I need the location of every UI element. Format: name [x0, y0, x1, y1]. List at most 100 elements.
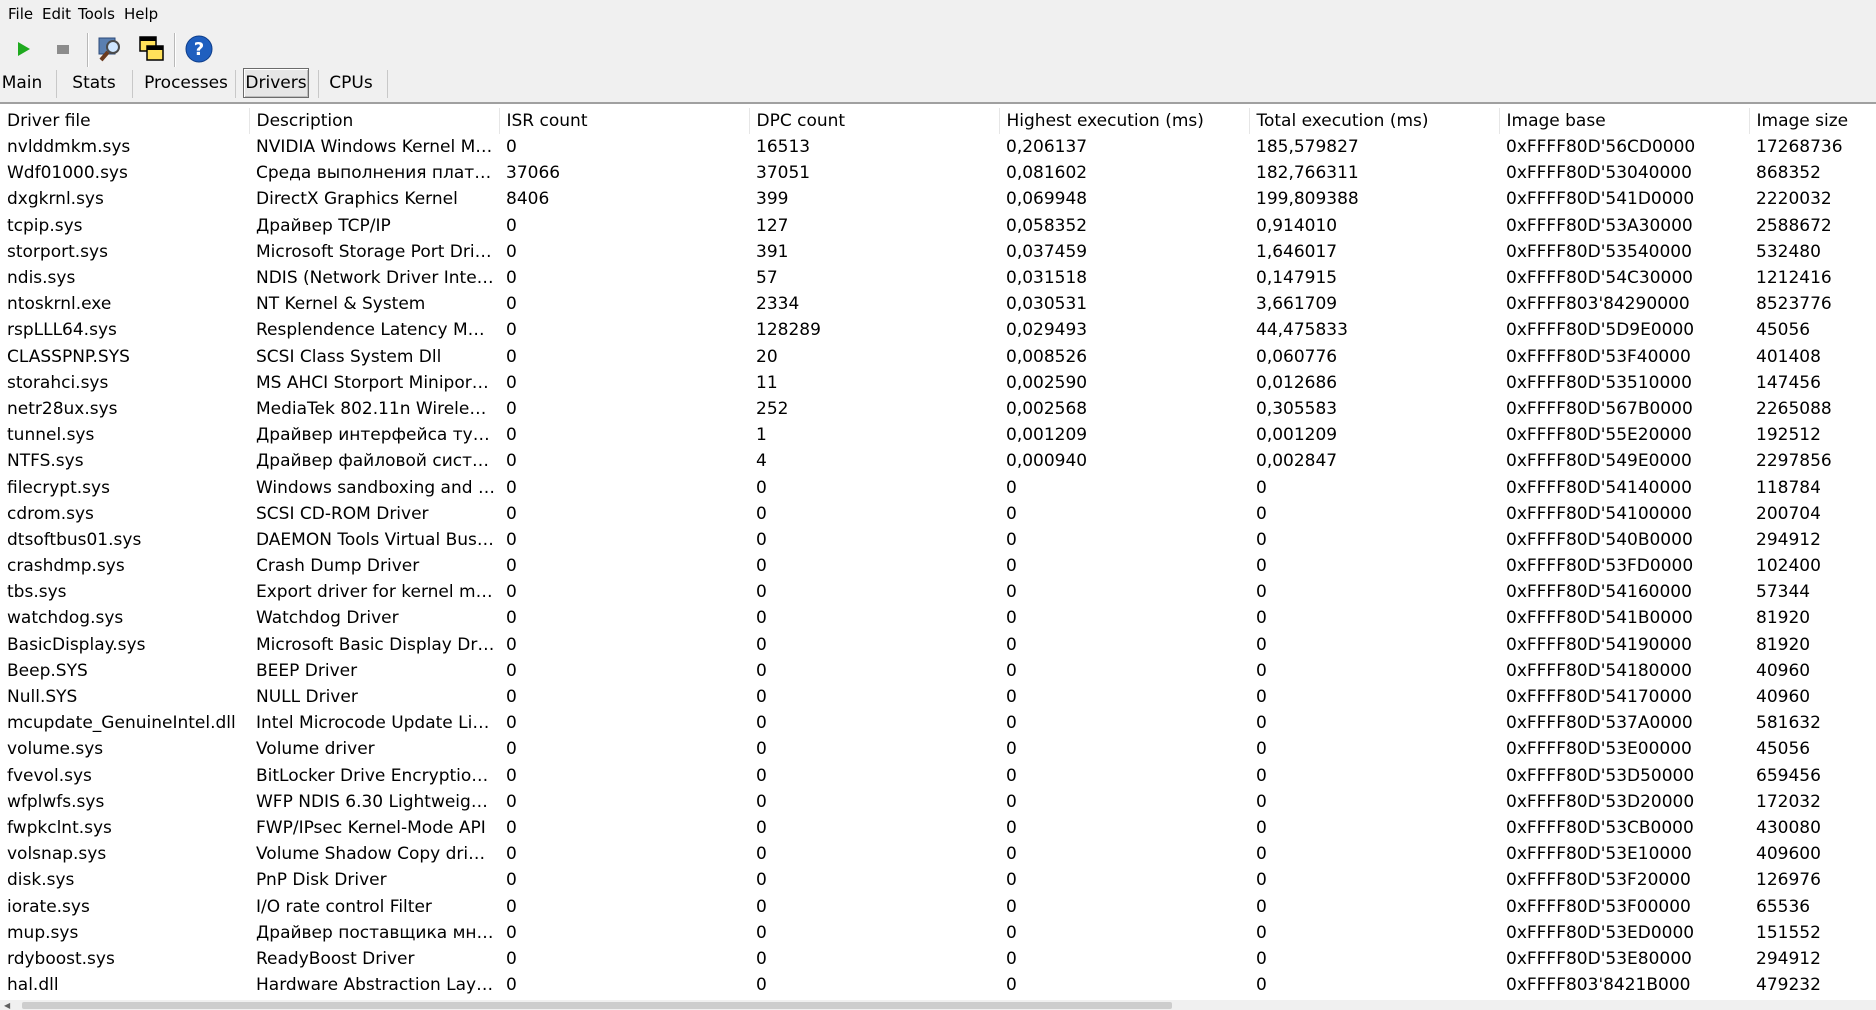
table-cell: 0xFFFF80D'53FD0000	[1506, 556, 1694, 577]
table-row[interactable]: rdyboost.sys ReadyBoost Driver 0 0 0 0 0xFFFF8…	[0, 946, 1876, 972]
table-row[interactable]: hal.dll Hardware Abstraction Layer ... 0 0 0…	[0, 972, 1876, 998]
table-cell: SCSI Class System Dll	[256, 346, 442, 367]
table-cell: 409600	[1756, 844, 1821, 865]
scrollbar-thumb[interactable]	[22, 1002, 1172, 1009]
table-cell: 0	[1006, 634, 1017, 655]
tab-cpus[interactable]: CPUs	[326, 68, 376, 98]
table-cell: ntoskrnl.exe	[7, 294, 112, 315]
table-cell: 0	[1256, 791, 1267, 812]
table-cell: 0	[756, 660, 767, 681]
table-cell: 172032	[1756, 791, 1821, 812]
table-row[interactable]: disk.sys PnP Disk Driver 0 0 0 0 0xFFFF80D'53F…	[0, 867, 1876, 893]
table-row[interactable]: volsnap.sys Volume Shadow Copy driver 0 0 0 0…	[0, 841, 1876, 867]
table-row[interactable]: mcupdate_GenuineIntel.dll Intel Microcode…	[0, 710, 1876, 736]
tab-drivers[interactable]: Drivers	[243, 68, 309, 98]
menu-help[interactable]: Help	[124, 5, 158, 23]
table-cell: 0	[506, 922, 517, 943]
menu-edit[interactable]: Edit	[42, 5, 71, 23]
table-cell: dxgkrnl.sys	[7, 189, 104, 210]
table-cell: 8523776	[1756, 294, 1832, 315]
table-cell: 0	[1256, 477, 1267, 498]
column-header[interactable]: Driver file	[0, 108, 250, 134]
table-cell: Intel Microcode Update Library	[256, 713, 499, 734]
column-header[interactable]: Image base	[1499, 108, 1750, 134]
table-cell: 0	[506, 372, 517, 393]
table-row[interactable]: crashdmp.sys Crash Dump Driver 0 0 0 0 0xFFFF8…	[0, 553, 1876, 579]
column-header[interactable]: Description	[249, 108, 500, 134]
table-row[interactable]: storahci.sys MS AHCI Storport Miniport D.…	[0, 370, 1876, 396]
column-header[interactable]: Highest execution (ms)	[999, 108, 1250, 134]
table-row[interactable]: cdrom.sys SCSI CD-ROM Driver 0 0 0 0 0xFFFF80D…	[0, 501, 1876, 527]
tab-main[interactable]: Main	[0, 68, 44, 98]
table-row[interactable]: wfplwfs.sys WFP NDIS 6.30 Lightweight ...…	[0, 789, 1876, 815]
table-cell: rdyboost.sys	[7, 948, 115, 969]
table-row[interactable]: dtsoftbus01.sys DAEMON Tools Virtual Bus …	[0, 527, 1876, 553]
table-cell: 0	[506, 451, 517, 472]
menu-tools[interactable]: Tools	[78, 5, 115, 23]
table-cell: 0xFFFF80D'53510000	[1506, 372, 1692, 393]
table-cell: 0	[1006, 608, 1017, 629]
table-cell: Volume Shadow Copy driver	[256, 844, 496, 865]
tab-stats[interactable]: Stats	[68, 68, 120, 98]
play-icon[interactable]	[6, 32, 40, 66]
table-row[interactable]: Null.SYS NULL Driver 0 0 0 0 0xFFFF80D'5417000…	[0, 684, 1876, 710]
table-row[interactable]: netr28ux.sys MediaTek 802.11n Wireless ..…	[0, 396, 1876, 422]
table-row[interactable]: CLASSPNP.SYS SCSI Class System Dll 0 20 0,00…	[0, 344, 1876, 370]
table-cell: 0,058352	[1006, 215, 1088, 236]
table-cell: 0	[756, 713, 767, 734]
table-row[interactable]: mup.sys Драйвер поставщика мно... 0 0 0 0 0xFF…	[0, 920, 1876, 946]
table-row[interactable]: Beep.SYS BEEP Driver 0 0 0 0 0xFFFF80D'5418000…	[0, 658, 1876, 684]
table-cell: 0,914010	[1256, 215, 1338, 236]
table-cell: Export driver for kernel mod...	[256, 582, 499, 603]
table-row[interactable]: rspLLL64.sys Resplendence Latency Monit..…	[0, 317, 1876, 343]
tab-processes[interactable]: Processes	[144, 68, 228, 98]
column-header[interactable]: ISR count	[499, 108, 750, 134]
column-header[interactable]: Image size	[1749, 108, 1876, 134]
table-row[interactable]: BasicDisplay.sys Microsoft Basic Display …	[0, 632, 1876, 658]
table-cell: 0xFFFF80D'54140000	[1506, 477, 1692, 498]
table-cell: 0xFFFF80D'53ED0000	[1506, 922, 1695, 943]
table-cell: 0	[1006, 713, 1017, 734]
table-cell: SCSI CD-ROM Driver	[256, 503, 429, 524]
table-cell: tunnel.sys	[7, 425, 95, 446]
table-row[interactable]: ndis.sys NDIS (Network Driver Interf... 0 5…	[0, 265, 1876, 291]
table-cell: 0xFFFF80D'54170000	[1506, 687, 1692, 708]
help-icon[interactable]: ?	[182, 32, 216, 66]
table-row[interactable]: fvevol.sys BitLocker Drive Encryption ...…	[0, 763, 1876, 789]
table-row[interactable]: tbs.sys Export driver for kernel mod... 0 0…	[0, 579, 1876, 605]
table-cell: mcupdate_GenuineIntel.dll	[7, 713, 236, 734]
column-header[interactable]: DPC count	[749, 108, 1000, 134]
table-cell: 0	[506, 398, 517, 419]
stop-icon[interactable]	[46, 32, 80, 66]
table-row[interactable]: ntoskrnl.exe NT Kernel & System 0 2334 0,030…	[0, 291, 1876, 317]
table-cell: 0	[1006, 844, 1017, 865]
table-row[interactable]: NTFS.sys Драйвер файловой систем... 0 4 0,00…	[0, 448, 1876, 474]
table-cell: 479232	[1756, 975, 1821, 996]
menu-file[interactable]: File	[8, 5, 33, 23]
windows-copy-icon[interactable]	[134, 32, 168, 66]
table-row[interactable]: volume.sys Volume driver 0 0 0 0 0xFFFF80D'53E…	[0, 736, 1876, 762]
table-cell: 0	[506, 765, 517, 786]
table-cell: tcpip.sys	[7, 215, 83, 236]
horizontal-scrollbar[interactable]: ◀	[0, 1000, 1876, 1010]
column-header[interactable]: Total execution (ms)	[1249, 108, 1500, 134]
table-cell: Среда выполнения платф...	[256, 163, 499, 184]
table-row[interactable]: watchdog.sys Watchdog Driver 0 0 0 0 0xFFFF80D…	[0, 605, 1876, 631]
table-cell: 0xFFFF80D'53F40000	[1506, 346, 1691, 367]
magnifier-icon[interactable]	[94, 32, 128, 66]
table-row[interactable]: Wdf01000.sys Среда выполнения платф... 370…	[0, 160, 1876, 186]
scroll-left-icon[interactable]: ◀	[4, 1001, 10, 1010]
table-row[interactable]: tcpip.sys Драйвер TCP/IP 0 127 0,058352 0,914…	[0, 213, 1876, 239]
table-row[interactable]: filecrypt.sys Windows sandboxing and e...…	[0, 474, 1876, 500]
table-row[interactable]: tunnel.sys Драйвер интерфейса тунн... 0 1 0,…	[0, 422, 1876, 448]
table-cell: Microsoft Basic Display Driver	[256, 634, 499, 655]
table-row[interactable]: nvlddmkm.sys NVIDIA Windows Kernel Mod...…	[0, 134, 1876, 160]
table-row[interactable]: storport.sys Microsoft Storage Port Drive…	[0, 239, 1876, 265]
table-cell: 0xFFFF80D'53F00000	[1506, 896, 1691, 917]
table-row[interactable]: fwpkclnt.sys FWP/IPsec Kernel-Mode API 0 0 0…	[0, 815, 1876, 841]
table-row[interactable]: dxgkrnl.sys DirectX Graphics Kernel 8406 39…	[0, 186, 1876, 212]
table-row[interactable]: iorate.sys I/O rate control Filter 0 0 0 0 0xF…	[0, 893, 1876, 919]
table-cell: 147456	[1756, 372, 1821, 393]
table-cell: 81920	[1756, 608, 1811, 629]
table-cell: 0	[506, 896, 517, 917]
